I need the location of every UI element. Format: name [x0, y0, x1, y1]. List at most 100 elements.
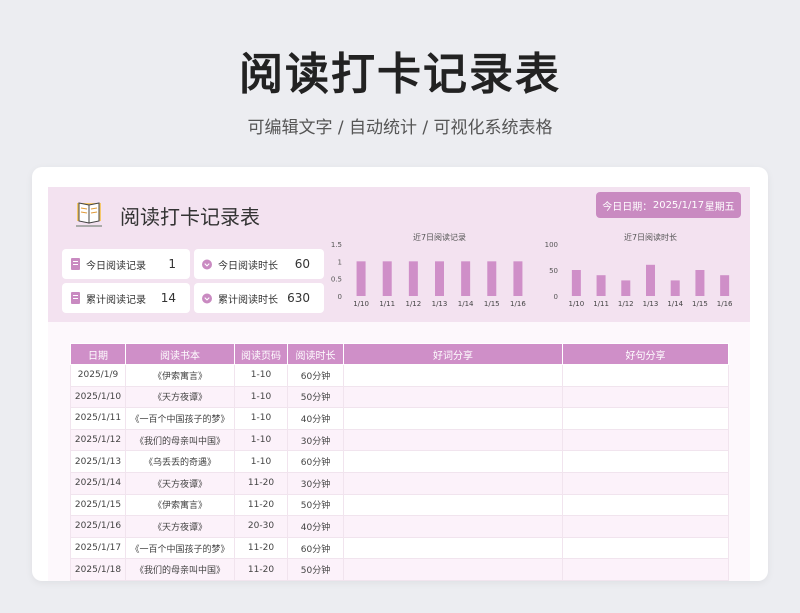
- cell-pages[interactable]: 11-20: [234, 558, 288, 581]
- cell-date[interactable]: 2025/1/11: [70, 407, 126, 430]
- cell-good-words[interactable]: [343, 515, 563, 538]
- sheet-panel: 阅读打卡记录表 今日日期： 2025/1/17 星期五 今日阅读记录 1 今日阅…: [48, 187, 750, 581]
- cell-good-words[interactable]: [343, 558, 563, 581]
- cell-book[interactable]: 《我们的母亲叫中国》: [125, 558, 235, 581]
- x-tick-label: 1/13: [432, 300, 448, 308]
- cell-good-words[interactable]: [343, 471, 563, 495]
- table-row: 2025/1/14 《天方夜谭》 11-20 30分钟: [70, 471, 729, 495]
- cell-duration[interactable]: 60分钟: [287, 364, 344, 387]
- table-row: 2025/1/16 《天方夜谭》 20-30 40分钟: [70, 515, 729, 538]
- cell-duration[interactable]: 60分钟: [287, 450, 344, 473]
- y-tick-label: 1: [338, 258, 342, 266]
- cell-good-sentences[interactable]: [562, 536, 729, 560]
- cell-good-words[interactable]: [343, 450, 563, 473]
- cell-good-words[interactable]: [343, 536, 563, 560]
- cell-date[interactable]: 2025/1/17: [70, 536, 126, 560]
- table-row: 2025/1/18 《我们的母亲叫中国》 11-20 50分钟: [70, 558, 729, 581]
- cell-good-words[interactable]: [343, 428, 563, 452]
- cell-duration[interactable]: 50分钟: [287, 385, 344, 409]
- cell-good-words[interactable]: [343, 493, 563, 517]
- dashboard-header: 阅读打卡记录表 今日日期： 2025/1/17 星期五 今日阅读记录 1 今日阅…: [48, 187, 750, 322]
- x-tick-label: 1/12: [618, 300, 634, 308]
- x-tick-label: 1/16: [510, 300, 526, 308]
- stat-label: 今日阅读时长: [218, 260, 278, 272]
- y-tick-label: 0.5: [331, 276, 342, 284]
- cell-good-sentences[interactable]: [562, 407, 729, 430]
- x-tick-label: 1/13: [643, 300, 659, 308]
- chart-title: 近7日阅读记录: [413, 232, 466, 242]
- cell-pages[interactable]: 1-10: [234, 450, 288, 473]
- cell-pages[interactable]: 20-30: [234, 515, 288, 538]
- bar: [646, 264, 655, 296]
- bar: [435, 261, 444, 296]
- cell-book[interactable]: 《天方夜谭》: [125, 515, 235, 538]
- y-tick-label: 0: [554, 293, 558, 301]
- y-tick-label: 0: [338, 293, 342, 301]
- cell-pages[interactable]: 11-20: [234, 471, 288, 495]
- cell-book[interactable]: 《天方夜谭》: [125, 385, 235, 409]
- cell-book[interactable]: 《伊索寓言》: [125, 493, 235, 517]
- bar: [461, 261, 471, 296]
- cell-duration[interactable]: 60分钟: [287, 536, 344, 560]
- cell-pages[interactable]: 1-10: [234, 428, 288, 452]
- open-book-logo-icon: [76, 202, 102, 227]
- cell-duration[interactable]: 50分钟: [287, 493, 344, 517]
- book-icon: [70, 258, 80, 271]
- cell-book[interactable]: 《天方夜谭》: [125, 471, 235, 495]
- y-tick-label: 100: [545, 241, 558, 249]
- x-tick-label: 1/10: [568, 300, 584, 308]
- cell-date[interactable]: 2025/1/15: [70, 493, 126, 517]
- bar: [695, 270, 705, 296]
- cell-duration[interactable]: 50分钟: [287, 558, 344, 581]
- cell-book[interactable]: 《我们的母亲叫中国》: [125, 428, 235, 452]
- table-row: 2025/1/11 《一百个中国孩子的梦》 1-10 40分钟: [70, 407, 729, 430]
- cell-good-sentences[interactable]: [562, 515, 729, 538]
- cell-book[interactable]: 《伊索寓言》: [125, 364, 235, 387]
- cell-duration[interactable]: 30分钟: [287, 471, 344, 495]
- cell-good-words[interactable]: [343, 385, 563, 409]
- cell-pages[interactable]: 11-20: [234, 536, 288, 560]
- bar: [382, 261, 392, 296]
- cell-pages[interactable]: 1-10: [234, 364, 288, 387]
- header-duration: 阅读时长: [287, 343, 344, 365]
- cell-book[interactable]: 《乌丢丢的奇遇》: [125, 450, 235, 473]
- cell-date[interactable]: 2025/1/12: [70, 428, 126, 452]
- hero-subtitle: 可编辑文字 / 自动统计 / 可视化系统表格: [247, 118, 553, 138]
- x-tick-label: 1/11: [593, 300, 609, 308]
- cell-date[interactable]: 2025/1/10: [70, 385, 126, 409]
- cell-date[interactable]: 2025/1/18: [70, 558, 126, 581]
- cell-date[interactable]: 2025/1/9: [70, 364, 126, 387]
- table-row: 2025/1/12 《我们的母亲叫中国》 1-10 30分钟: [70, 428, 729, 452]
- cell-duration[interactable]: 30分钟: [287, 428, 344, 452]
- cell-good-words[interactable]: [343, 364, 563, 387]
- cell-pages[interactable]: 11-20: [234, 493, 288, 517]
- cell-good-sentences[interactable]: [562, 558, 729, 581]
- cell-good-sentences[interactable]: [562, 364, 729, 387]
- x-tick-label: 1/14: [667, 300, 683, 308]
- table-row: 2025/1/13 《乌丢丢的奇遇》 1-10 60分钟: [70, 450, 729, 473]
- cell-good-words[interactable]: [343, 407, 563, 430]
- cell-book[interactable]: 《一百个中国孩子的梦》: [125, 536, 235, 560]
- cell-pages[interactable]: 1-10: [234, 385, 288, 409]
- cell-good-sentences[interactable]: [562, 385, 729, 409]
- cell-good-sentences[interactable]: [562, 493, 729, 517]
- dashboard-title: 阅读打卡记录表: [120, 205, 260, 229]
- bar: [571, 270, 581, 296]
- cell-good-sentences[interactable]: [562, 471, 729, 495]
- date-box: 今日日期： 2025/1/17 星期五: [596, 192, 741, 218]
- stat-value: 14: [160, 291, 176, 305]
- cell-date[interactable]: 2025/1/16: [70, 515, 126, 538]
- cell-pages[interactable]: 1-10: [234, 407, 288, 430]
- cell-date[interactable]: 2025/1/14: [70, 471, 126, 495]
- cell-good-sentences[interactable]: [562, 450, 729, 473]
- cell-duration[interactable]: 40分钟: [287, 407, 344, 430]
- bar: [621, 280, 631, 296]
- x-tick-label: 1/15: [484, 300, 500, 308]
- bar: [720, 275, 730, 296]
- duration-chart: 近7日阅读时长 100 50 0 1/10 1/11 1/12 1/13 1/14 1/15 1/1…: [545, 232, 733, 308]
- stat-value: 60: [294, 257, 310, 271]
- cell-book[interactable]: 《一百个中国孩子的梦》: [125, 407, 235, 430]
- cell-date[interactable]: 2025/1/13: [70, 450, 126, 473]
- cell-good-sentences[interactable]: [562, 428, 729, 452]
- cell-duration[interactable]: 40分钟: [287, 515, 344, 538]
